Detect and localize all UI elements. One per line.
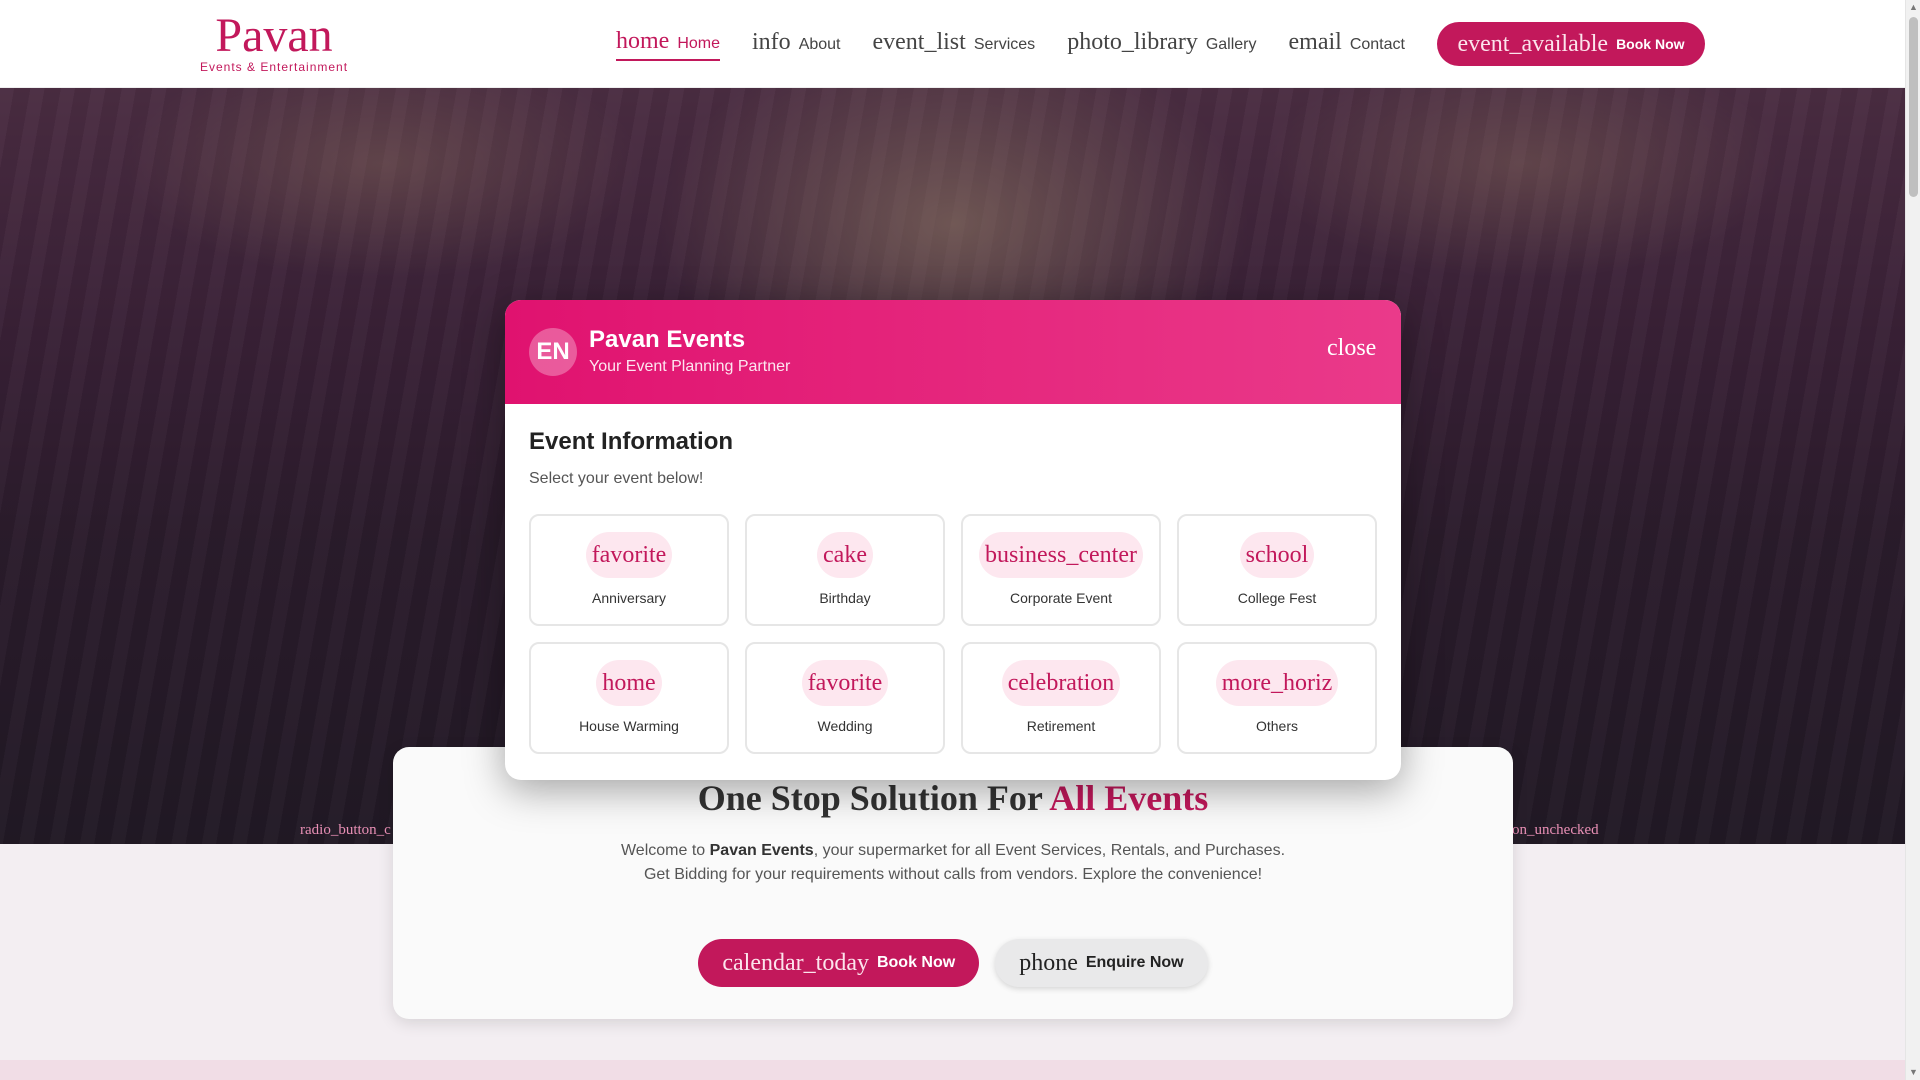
- event-card-retirement[interactable]: celebration Retirement: [961, 642, 1161, 754]
- event-info-subtitle: Select your event below!: [529, 470, 704, 487]
- modal-subtitle: Your Event Planning Partner: [589, 358, 791, 375]
- home-icon: home: [596, 660, 662, 706]
- modal-header: EN Pavan Events Your Event Planning Part…: [505, 300, 1401, 404]
- event-card-college-fest[interactable]: school College Fest: [1177, 514, 1377, 626]
- more-horiz-icon: more_horiz: [1215, 660, 1339, 706]
- modal-body: Event Information Select your event belo…: [505, 404, 1401, 754]
- school-icon: school: [1239, 532, 1315, 578]
- heart-icon: favorite: [585, 532, 673, 578]
- scroll-down-arrow-icon[interactable]: ▼: [1906, 1065, 1920, 1080]
- event-card-label: Retirement: [1026, 718, 1096, 734]
- cake-icon: cake: [817, 532, 873, 578]
- event-card-anniversary[interactable]: favorite Anniversary: [529, 514, 729, 626]
- event-card-corporate[interactable]: business_center Corporate Event: [961, 514, 1161, 626]
- modal-close-button[interactable]: close: [1327, 335, 1376, 362]
- modal-badge: EN: [529, 328, 577, 376]
- scroll-up-arrow-icon[interactable]: ▲: [1906, 0, 1920, 15]
- event-info-title: Event Information: [529, 428, 734, 455]
- event-card-wedding[interactable]: favorite Wedding: [745, 642, 945, 754]
- page-scrollbar[interactable]: ▲ ▼: [1905, 0, 1920, 1080]
- scroll-thumb[interactable]: [1909, 17, 1918, 197]
- event-card-house-warming[interactable]: home House Warming: [529, 642, 729, 754]
- event-card-label: Corporate Event: [1010, 590, 1112, 606]
- event-card-label: College Fest: [1237, 590, 1317, 606]
- event-info-modal: EN Pavan Events Your Event Planning Part…: [505, 300, 1401, 780]
- heart-icon: favorite: [801, 660, 889, 706]
- event-card-label: Birthday: [819, 590, 871, 606]
- briefcase-icon: business_center: [979, 532, 1143, 578]
- event-card-label: Anniversary: [592, 590, 666, 606]
- event-card-others[interactable]: more_horiz Others: [1177, 642, 1377, 754]
- event-card-label: Others: [1255, 718, 1298, 734]
- event-type-grid: favorite Anniversary cake Birthday busin…: [529, 514, 1377, 754]
- event-card-birthday[interactable]: cake Birthday: [745, 514, 945, 626]
- celebration-icon: celebration: [1001, 660, 1121, 706]
- modal-title: Pavan Events: [589, 326, 746, 353]
- event-card-label: Wedding: [817, 718, 873, 734]
- event-card-label: House Warming: [579, 718, 679, 734]
